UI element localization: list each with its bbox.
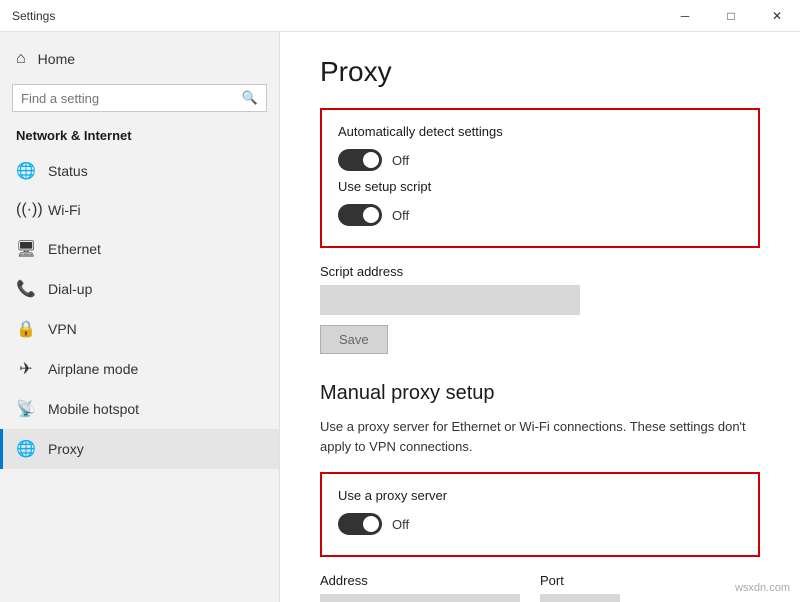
auto-detect-state: Off [392, 153, 409, 168]
sidebar-label-ethernet: Ethernet [48, 241, 101, 257]
auto-detect-toggle-row: Off [338, 149, 742, 171]
watermark: wsxdn.com [735, 582, 790, 594]
sidebar-home-label: Home [38, 51, 75, 67]
use-proxy-toggle-row: Off [338, 513, 742, 535]
use-proxy-state: Off [392, 517, 409, 532]
auto-detect-toggle[interactable] [338, 149, 382, 171]
port-label: Port [540, 573, 620, 588]
setup-script-label: Use setup script [338, 179, 742, 194]
sidebar-label-hotspot: Mobile hotspot [48, 401, 139, 417]
sidebar-item-status[interactable]: 🌐 Status [0, 151, 279, 191]
close-button[interactable]: ✕ [754, 0, 800, 32]
sidebar-item-ethernet[interactable]: 🖥 Ethernet [0, 229, 279, 269]
sidebar-section-title: Network & Internet [0, 122, 279, 151]
titlebar-controls: ─ □ ✕ [662, 0, 800, 32]
sidebar-label-vpn: VPN [48, 321, 77, 337]
sidebar: ⌂ Home 🔍 Network & Internet 🌐 Status ((·… [0, 32, 280, 602]
dialup-icon: 📞 [16, 279, 36, 299]
manual-proxy-title: Manual proxy setup [320, 382, 760, 405]
app-body: ⌂ Home 🔍 Network & Internet 🌐 Status ((·… [0, 32, 800, 602]
use-proxy-section: Use a proxy server Off [320, 472, 760, 557]
search-input[interactable] [21, 91, 242, 106]
vpn-icon: 🔒 [16, 319, 36, 339]
titlebar-title: Settings [12, 9, 55, 23]
search-icon: 🔍 [242, 90, 258, 106]
use-proxy-toggle[interactable] [338, 513, 382, 535]
address-group: Address [320, 573, 520, 602]
sidebar-item-proxy[interactable]: 🌐 Proxy [0, 429, 279, 469]
sidebar-label-airplane: Airplane mode [48, 361, 138, 377]
sidebar-label-proxy: Proxy [48, 441, 84, 457]
manual-proxy-description: Use a proxy server for Ethernet or Wi-Fi… [320, 417, 760, 456]
address-input[interactable] [320, 594, 520, 602]
maximize-button[interactable]: □ [708, 0, 754, 32]
titlebar: Settings ─ □ ✕ [0, 0, 800, 32]
sidebar-item-vpn[interactable]: 🔒 VPN [0, 309, 279, 349]
status-icon: 🌐 [16, 161, 36, 181]
sidebar-label-wifi: Wi-Fi [48, 202, 81, 218]
ethernet-icon: 🖥 [16, 239, 36, 259]
save-button[interactable]: Save [320, 325, 388, 354]
script-address-input[interactable] [320, 285, 580, 315]
setup-script-toggle[interactable] [338, 204, 382, 226]
address-label: Address [320, 573, 520, 588]
address-port-row: Address Port [320, 573, 760, 602]
sidebar-item-airplane[interactable]: ✈ Airplane mode [0, 349, 279, 389]
airplane-icon: ✈ [16, 359, 36, 379]
use-proxy-label: Use a proxy server [338, 488, 742, 503]
content-area: Proxy Automatically detect settings Off … [280, 32, 800, 602]
auto-detect-label: Automatically detect settings [338, 124, 742, 139]
home-icon: ⌂ [16, 50, 26, 68]
sidebar-label-status: Status [48, 163, 88, 179]
sidebar-item-dialup[interactable]: 📞 Dial-up [0, 269, 279, 309]
sidebar-search[interactable]: 🔍 [12, 84, 267, 112]
port-group: Port [540, 573, 620, 602]
setup-script-state: Off [392, 208, 409, 223]
proxy-icon: 🌐 [16, 439, 36, 459]
setup-script-toggle-row: Off [338, 204, 742, 226]
sidebar-item-hotspot[interactable]: 📡 Mobile hotspot [0, 389, 279, 429]
auto-detect-section: Automatically detect settings Off Use se… [320, 108, 760, 248]
script-address-label: Script address [320, 264, 760, 279]
minimize-button[interactable]: ─ [662, 0, 708, 32]
port-input[interactable] [540, 594, 620, 602]
hotspot-icon: 📡 [16, 399, 36, 419]
sidebar-item-home[interactable]: ⌂ Home [0, 40, 279, 78]
sidebar-item-wifi[interactable]: ((·)) Wi-Fi [0, 191, 279, 229]
sidebar-label-dialup: Dial-up [48, 281, 92, 297]
page-title: Proxy [320, 56, 760, 88]
wifi-icon: ((·)) [16, 201, 36, 219]
